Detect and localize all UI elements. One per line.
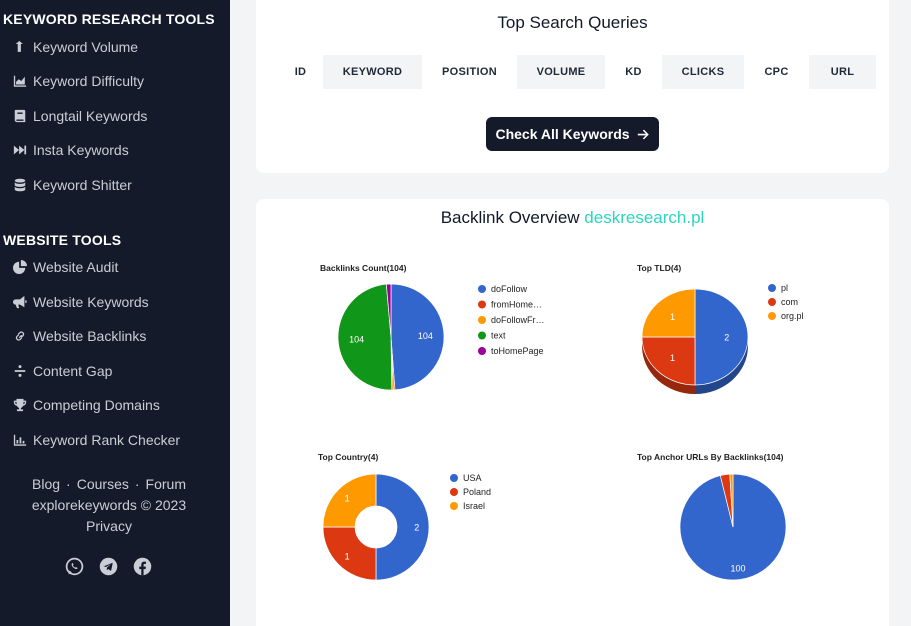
legend-label: Israel [463, 501, 485, 511]
legend-swatch [478, 316, 486, 324]
legend-label: doFollowFr… [491, 315, 545, 325]
legend-label: doFollow [491, 284, 528, 294]
legend-label: toHomePage [491, 346, 544, 356]
legend-label: fromHome… [491, 300, 542, 310]
legend-swatch [478, 331, 486, 340]
legend-label: Poland [463, 487, 491, 497]
pie-data-label: 104 [418, 331, 433, 341]
legend-label: pl [781, 283, 788, 293]
legend-swatch [768, 298, 776, 306]
pie-data-label: 1 [670, 353, 675, 363]
legend-label: com [781, 297, 798, 307]
legend-swatch [450, 474, 458, 482]
pie-data-label: 1 [345, 494, 350, 504]
pie-slice [641, 288, 696, 338]
pie-data-label: 1 [670, 312, 675, 322]
pie-slice [337, 283, 393, 391]
legend-swatch [768, 284, 776, 292]
legend-swatch [478, 347, 486, 355]
legend-swatch [478, 285, 486, 293]
legend-label: org.pl [781, 311, 804, 321]
pie-slice [375, 473, 430, 581]
legend-label: USA [463, 473, 482, 483]
chart-title: Top Country(4) [318, 452, 378, 462]
legend-swatch [478, 300, 486, 309]
legend-swatch [450, 488, 458, 496]
chart-title: Backlinks Count(104) [320, 263, 407, 273]
legend-swatch [450, 502, 458, 510]
legend-label: text [491, 331, 506, 341]
pie-slice [641, 336, 696, 386]
pie-data-label: 2 [724, 333, 729, 343]
chart-title: Top Anchor URLs By Backlinks(104) [637, 452, 784, 462]
pie-data-label: 100 [730, 564, 745, 574]
charts-layer: 104 104 Backlinks Count(104) doFollow fromHo… [318, 263, 804, 581]
pie-data-label: 1 [345, 551, 350, 561]
pie-data-label: 104 [349, 334, 364, 344]
pie-data-label: 2 [414, 523, 419, 533]
legend-swatch [768, 312, 776, 320]
chart-title: Top TLD(4) [637, 263, 681, 273]
